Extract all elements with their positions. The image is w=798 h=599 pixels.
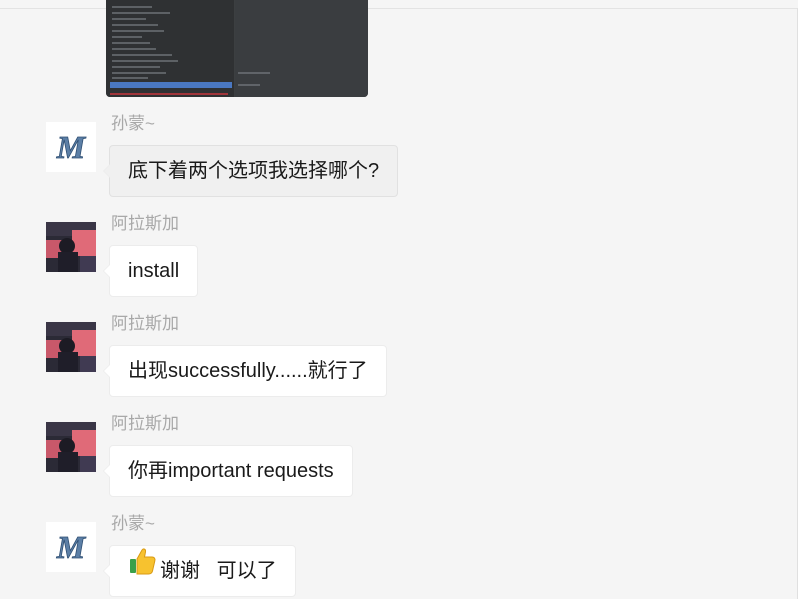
message-bubble[interactable]: 底下着两个选项我选择哪个? [102, 145, 399, 197]
screenshot-text-line [238, 72, 270, 74]
message-text: 你再important requests [128, 460, 334, 482]
message-text: 出现successfully......就行了 [128, 360, 368, 382]
message-text: 谢谢 可以了 [160, 560, 277, 582]
screenshot-text-line [112, 60, 178, 62]
screenshot-right-pane [235, 0, 368, 97]
photo-avatar[interactable] [46, 322, 96, 372]
message-bubble[interactable]: 出现successfully......就行了 [103, 345, 387, 397]
message-bubble[interactable]: 谢谢 可以了 [103, 545, 296, 597]
screenshot-underline [110, 93, 228, 95]
m-logo-avatar[interactable]: M [46, 122, 96, 172]
screenshot-selected-row [110, 82, 232, 88]
screenshot-image-message[interactable] [106, 0, 368, 97]
screenshot-text-line [112, 72, 166, 74]
photo-avatar[interactable] [46, 222, 96, 272]
sender-name: 孙蒙~ [111, 514, 155, 533]
sender-name: 阿拉斯加 [111, 214, 179, 233]
screenshot-text-line [112, 48, 156, 50]
message-text: 底下着两个选项我选择哪个? [128, 160, 380, 182]
message-bubble[interactable]: install [102, 245, 199, 297]
screenshot-text-line [112, 30, 164, 32]
sender-name: 阿拉斯加 [111, 414, 179, 433]
sender-name: 孙蒙~ [111, 114, 155, 133]
screenshot-text-line [112, 18, 146, 20]
screenshot-text-line [112, 12, 170, 14]
screenshot-text-line [112, 42, 150, 44]
sender-name: 阿拉斯加 [111, 314, 179, 333]
svg-text:M: M [56, 129, 87, 165]
screenshot-text-line [112, 66, 160, 68]
message-bubble[interactable]: 你再important requests [103, 445, 353, 497]
photo-avatar[interactable] [46, 422, 96, 472]
screenshot-text-line [238, 84, 260, 86]
thumbs-up-icon [128, 545, 158, 595]
screenshot-text-line [112, 6, 152, 8]
screenshot-text-line [112, 24, 158, 26]
screenshot-text-line [112, 36, 142, 38]
message-text: install [128, 260, 180, 282]
svg-text:M: M [56, 529, 87, 565]
screenshot-text-line [112, 77, 148, 79]
m-logo-avatar[interactable]: M [46, 522, 96, 572]
screenshot-text-line [112, 54, 172, 56]
